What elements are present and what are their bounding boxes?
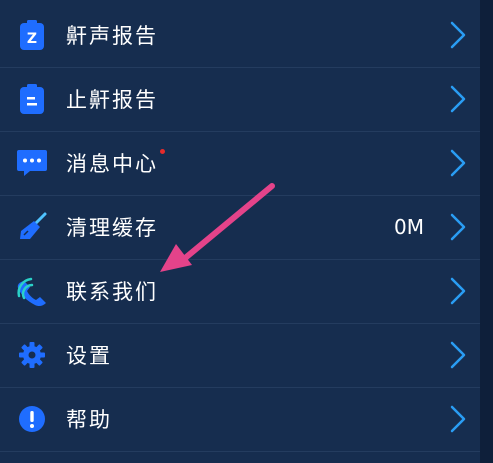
menu-item-label: 帮助 — [66, 408, 112, 432]
chevron-right-icon — [446, 401, 470, 437]
phone-icon — [14, 273, 50, 309]
clipboard-icon: Z — [14, 17, 50, 53]
chevron-right-icon — [446, 209, 470, 245]
gear-icon — [14, 337, 50, 373]
broom-icon — [14, 209, 50, 245]
menu-item-stop-snore-report[interactable]: 止鼾报告 — [0, 67, 480, 132]
cache-size-value: 0M — [394, 215, 424, 239]
menu-item-label: 设置 — [66, 344, 112, 368]
menu-item-snore-report[interactable]: Z 鼾声报告 — [0, 3, 480, 68]
menu-item-message-center[interactable]: 消息中心 — [0, 131, 480, 196]
menu-item-help[interactable]: 帮助 — [0, 387, 480, 452]
menu-item-label: 鼾声报告 — [66, 24, 158, 48]
menu-item-label: 清理缓存 — [66, 216, 158, 240]
chevron-right-icon — [446, 337, 470, 373]
menu-item-settings[interactable]: 设置 — [0, 323, 480, 388]
clipboard-icon — [14, 81, 50, 117]
help-icon — [14, 401, 50, 437]
chevron-right-icon — [446, 81, 470, 117]
chevron-right-icon — [446, 273, 470, 309]
menu-item-clear-cache[interactable]: 清理缓存 0M — [0, 195, 480, 260]
menu-item-label: 联系我们 — [66, 280, 158, 304]
chevron-right-icon — [446, 145, 470, 181]
chevron-right-icon — [446, 17, 470, 53]
menu-item-contact-us[interactable]: 联系我们 — [0, 259, 480, 324]
menu-item-label: 消息中心 — [66, 152, 158, 176]
unread-badge — [160, 149, 165, 154]
message-icon — [14, 145, 50, 181]
svg-text:Z: Z — [27, 31, 37, 47]
settings-menu: Z 鼾声报告 止鼾报告 消息中心 清理缓存 0M 联系我们 设置 帮助 — [0, 0, 480, 463]
menu-item-label: 止鼾报告 — [66, 88, 158, 112]
